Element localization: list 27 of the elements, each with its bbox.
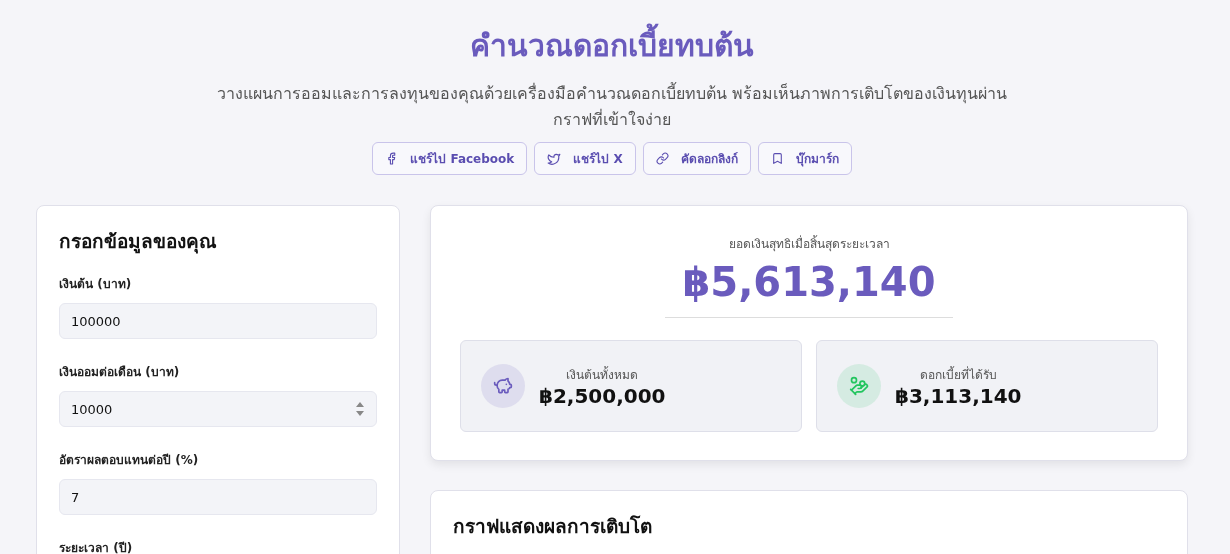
bird-icon (547, 151, 562, 166)
form-title: กรอกข้อมูลของคุณ (59, 229, 218, 256)
stat-label: ดอกเบี้ยที่ได้รับ (919, 365, 997, 384)
page-title: คำนวณดอกเบี้ยทบต้น (470, 22, 754, 69)
stat-value: ฿2,500,000 (539, 383, 666, 408)
bookmark-icon (770, 152, 784, 166)
total-label: ยอดเงินสุทธิเมื่อสิ้นสุดระยะเวลา (728, 234, 890, 254)
stat-label: เงินต้นทั้งหมด (566, 365, 639, 384)
total-amount: ฿5,613,140 (682, 259, 936, 306)
share-button[interactable]: คัดลอกลิงก์ (642, 142, 751, 176)
input-field[interactable]: 7 (59, 479, 377, 516)
link-icon (655, 152, 669, 166)
share-button[interactable]: แชร์ไป Facebook (372, 142, 528, 176)
field-label: เงินต้น (บาท) (59, 276, 133, 294)
share-button[interactable]: แชร์ไป X (534, 142, 636, 176)
input-field[interactable]: 10000 (59, 391, 377, 428)
share-button[interactable]: บุ๊กมาร์ก (757, 142, 852, 176)
field-label: อัตราผลตอบแทนต่อปี (%) (59, 452, 200, 470)
hand-coins-icon (849, 376, 869, 397)
page-subtitle: วางแผนการออมและการลงทุนของคุณด้วยเครื่องมือคำนวณดอกเบี้ยทบต้น พร้อมเห็นภาพการเติบโตของเงินทุนผ่านกราฟที่เข้าใจง่าย (215, 81, 1009, 131)
spinner-icon[interactable] (355, 401, 365, 418)
piggy-bank-icon (493, 376, 513, 397)
input-field[interactable]: 100000 (59, 303, 377, 340)
field-label: เงินออมต่อเดือน (บาท) (59, 364, 181, 382)
stat-value: ฿3,113,140 (895, 383, 1022, 408)
field-label: ระยะเวลา (ปี) (59, 540, 134, 554)
chart-title: กราฟแสดงผลการเติบโต (453, 514, 653, 540)
